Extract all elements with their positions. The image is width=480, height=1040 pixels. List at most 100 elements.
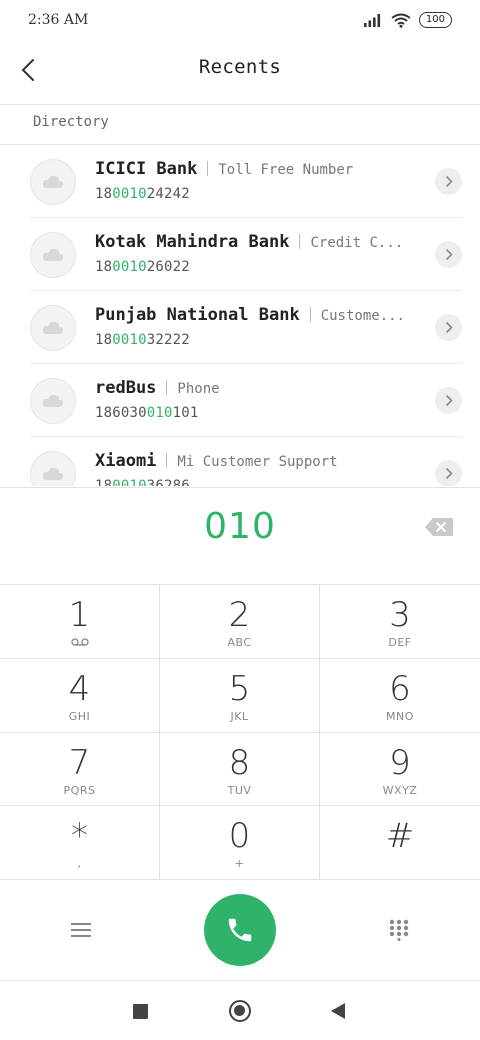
chevron-right-icon <box>445 394 453 407</box>
list-item[interactable]: Punjab National Bank Custome... 180010322… <box>0 291 480 364</box>
number-match: 0010 <box>112 332 147 348</box>
list-item[interactable]: Kotak Mahindra Bank Credit C... 180010260… <box>0 218 480 291</box>
directory-results[interactable]: ICICI Bank Toll Free Number 18001024242 K… <box>0 145 480 486</box>
key-digit: 8 <box>228 742 251 783</box>
chevron-right-icon <box>445 175 453 188</box>
name-line: Xiaomi Mi Customer Support <box>95 451 414 471</box>
divider <box>166 380 168 395</box>
key-6[interactable]: 6 MNO <box>320 659 480 733</box>
cloud-icon <box>42 394 64 407</box>
key-digit: 4 <box>68 668 91 709</box>
key-2[interactable]: 2 ABC <box>160 585 320 659</box>
contact-number: 18001036286 <box>95 478 190 486</box>
number-match: 0010 <box>112 478 147 486</box>
number-match: 010 <box>146 405 173 421</box>
key-letters: JKL <box>230 709 249 723</box>
dialed-number[interactable]: 010 <box>0 506 480 547</box>
contact-subtitle: Custome... <box>320 308 405 324</box>
key-1[interactable]: 1 <box>0 585 160 659</box>
key-3[interactable]: 3 DEF <box>320 585 480 659</box>
contact-subtitle: Toll Free Number <box>218 162 354 178</box>
divider <box>309 307 311 322</box>
key-digit: 7 <box>68 742 91 783</box>
key-8[interactable]: 8 TUV <box>160 732 320 807</box>
menu-button[interactable] <box>66 915 96 945</box>
contact-subtitle: Credit C... <box>310 235 404 251</box>
status-time: 2:36 AM <box>28 12 89 28</box>
battery-indicator: 100 <box>418 12 452 28</box>
details-button[interactable] <box>435 168 462 195</box>
call-button[interactable] <box>204 894 276 966</box>
list-item[interactable]: redBus Phone 186030010101 <box>0 364 480 437</box>
phone-icon <box>228 918 252 942</box>
key-digit: 3 <box>389 595 411 635</box>
dialpad-toggle-button[interactable] <box>384 915 414 945</box>
key-hash[interactable]: # <box>320 806 480 880</box>
name-line: Punjab National Bank Custome... <box>95 305 414 325</box>
avatar <box>30 451 76 486</box>
avatar <box>30 159 76 205</box>
details-button[interactable] <box>435 460 462 486</box>
contact-name: Punjab National Bank <box>95 305 300 325</box>
key-letters: DEF <box>388 636 412 649</box>
back-triangle-icon[interactable] <box>331 1003 345 1019</box>
key-digit: 2 <box>228 595 251 635</box>
divider <box>166 453 168 468</box>
key-letters: TUV <box>227 783 252 797</box>
details-button[interactable] <box>435 387 462 414</box>
name-line: Kotak Mahindra Bank Credit C... <box>95 232 414 252</box>
avatar <box>30 378 76 424</box>
avatar <box>30 232 76 278</box>
contact-name: Kotak Mahindra Bank <box>95 232 290 252</box>
number-match: 0010 <box>112 259 147 275</box>
app-header: Recents <box>0 42 480 104</box>
number-match: 0010 <box>112 186 147 202</box>
key-9[interactable]: 9 WXYZ <box>320 733 480 807</box>
key-digit: * <box>71 816 88 857</box>
key-digit: 6 <box>389 668 411 709</box>
key-5[interactable]: 5 JKL <box>160 658 320 733</box>
header-divider <box>0 104 480 105</box>
chevron-right-icon <box>445 248 453 261</box>
signal-icon <box>363 14 381 27</box>
list-item[interactable]: ICICI Bank Toll Free Number 18001024242 <box>0 145 480 218</box>
contact-number: 186030010101 <box>95 405 199 421</box>
chevron-right-icon <box>445 321 453 334</box>
key-4[interactable]: 4 GHI <box>0 658 160 733</box>
key-0[interactable]: 0 + <box>160 806 320 880</box>
home-icon[interactable] <box>229 1000 251 1022</box>
key-digit: # <box>385 816 415 857</box>
key-letters: WXYZ <box>382 783 418 797</box>
backspace-button[interactable] <box>424 516 454 538</box>
cloud-icon <box>42 321 64 334</box>
cloud-icon <box>42 248 64 261</box>
contact-number: 18001024242 <box>95 186 190 202</box>
cloud-icon <box>42 467 64 480</box>
recent-apps-icon[interactable] <box>133 1004 148 1019</box>
system-nav-bar <box>0 982 480 1040</box>
key-digit: 0 <box>228 816 251 857</box>
dialer-actions <box>0 879 480 981</box>
divider <box>207 161 209 176</box>
key-digit: 9 <box>389 742 411 783</box>
backspace-icon <box>425 518 453 536</box>
key-letters: + <box>234 857 245 871</box>
details-button[interactable] <box>435 314 462 341</box>
page-title: Recents <box>198 56 282 78</box>
voicemail-icon <box>0 636 159 649</box>
status-bar: 2:36 AM 100 <box>0 0 480 42</box>
avatar <box>30 305 76 351</box>
status-icons: 100 <box>363 12 452 28</box>
key-star[interactable]: * , <box>0 806 160 880</box>
contact-number: 18001026022 <box>95 259 190 275</box>
list-item[interactable]: Xiaomi Mi Customer Support 18001036286 <box>0 437 480 486</box>
contact-name: ICICI Bank <box>95 159 198 179</box>
dial-input-area: 010 <box>0 487 480 584</box>
directory-label: Directory <box>33 114 109 130</box>
key-letters: , <box>77 857 82 871</box>
chevron-right-icon <box>445 467 453 480</box>
details-button[interactable] <box>435 241 462 268</box>
key-digit: 1 <box>68 595 91 635</box>
key-letters: GHI <box>68 709 91 723</box>
key-7[interactable]: 7 PQRS <box>0 732 160 807</box>
